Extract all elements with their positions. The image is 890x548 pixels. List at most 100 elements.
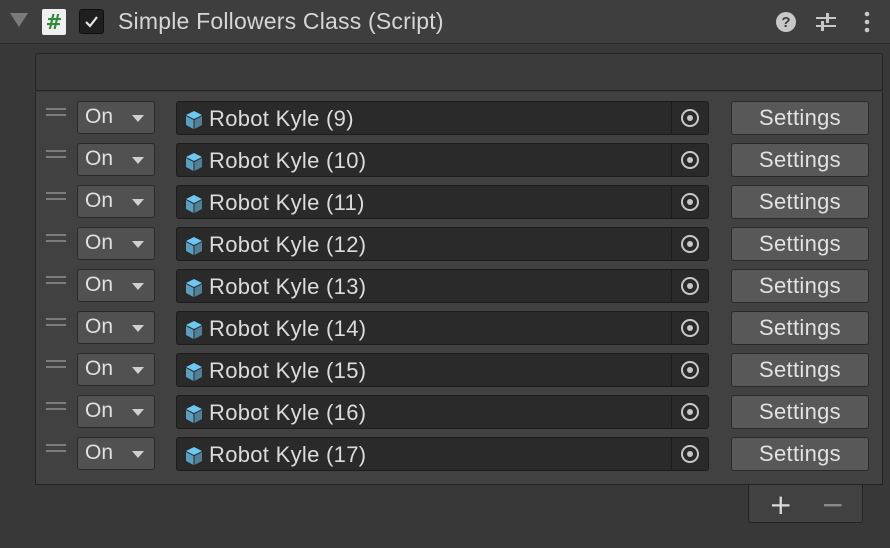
settings-button[interactable]: Settings — [731, 227, 869, 261]
prefab-cube-icon — [186, 195, 202, 213]
settings-button[interactable]: Settings — [731, 311, 869, 345]
checkmark-icon — [85, 16, 98, 28]
state-dropdown[interactable]: On — [77, 311, 155, 344]
object-field-value: Robot Kyle (15) — [209, 358, 367, 383]
dropdown-arrow-icon — [132, 283, 144, 290]
dropdown-arrow-icon — [132, 199, 144, 206]
add-element-button[interactable]: + — [769, 488, 792, 521]
prefab-cube-icon — [186, 405, 202, 423]
object-picker-button[interactable] — [671, 438, 708, 470]
state-dropdown[interactable]: On — [77, 437, 155, 470]
prefab-cube-icon — [186, 447, 202, 465]
list-item: On Robot Kyle (17) Settings — [35, 428, 883, 471]
object-picker-button[interactable] — [671, 228, 708, 260]
dropdown-arrow-icon — [132, 241, 144, 248]
object-field[interactable]: Robot Kyle (16) — [176, 395, 709, 429]
drag-handle-icon[interactable] — [46, 234, 66, 243]
object-picker-button[interactable] — [671, 102, 708, 134]
list-item: On Robot Kyle (16) Settings — [35, 386, 883, 429]
drag-handle-icon[interactable] — [46, 150, 66, 159]
object-picker-button[interactable] — [671, 270, 708, 302]
state-dropdown[interactable]: On — [77, 269, 155, 302]
object-field[interactable]: Robot Kyle (13) — [176, 269, 709, 303]
settings-button[interactable]: Settings — [731, 101, 869, 135]
drag-handle-icon[interactable] — [46, 360, 66, 369]
state-dropdown[interactable]: On — [77, 353, 155, 386]
object-picker-button[interactable] — [671, 354, 708, 386]
object-picker-icon — [681, 445, 699, 463]
settings-button[interactable]: Settings — [731, 269, 869, 303]
settings-button[interactable]: Settings — [731, 185, 869, 219]
object-field[interactable]: Robot Kyle (15) — [176, 353, 709, 387]
object-field[interactable]: Robot Kyle (12) — [176, 227, 709, 261]
object-picker-button[interactable] — [671, 396, 708, 428]
settings-button[interactable]: Settings — [731, 437, 869, 471]
state-dropdown[interactable]: On — [77, 143, 155, 176]
csharp-script-icon: # — [42, 9, 66, 35]
settings-button[interactable]: Settings — [731, 353, 869, 387]
prefab-cube-icon — [186, 363, 202, 381]
list-footer: + − — [748, 485, 863, 523]
drag-handle-icon[interactable] — [46, 402, 66, 411]
object-picker-icon — [681, 109, 699, 127]
dropdown-arrow-icon — [132, 409, 144, 416]
drag-handle-icon[interactable] — [46, 108, 66, 117]
prefab-cube-icon — [186, 153, 202, 171]
object-picker-button[interactable] — [671, 312, 708, 344]
state-dropdown-value: On — [85, 105, 114, 128]
dropdown-arrow-icon — [132, 367, 144, 374]
list-item: On Robot Kyle (14) Settings — [35, 302, 883, 345]
object-picker-icon — [681, 193, 699, 211]
object-field-value: Robot Kyle (13) — [209, 274, 367, 299]
object-field[interactable]: Robot Kyle (9) — [176, 101, 709, 135]
component-header: # Simple Followers Class (Script) ? — [0, 0, 890, 44]
drag-handle-icon[interactable] — [46, 276, 66, 285]
state-dropdown-value: On — [85, 357, 114, 380]
object-picker-icon — [681, 277, 699, 295]
object-field-value: Robot Kyle (9) — [209, 106, 354, 131]
kebab-menu-icon[interactable] — [855, 10, 879, 34]
object-field-value: Robot Kyle (17) — [209, 442, 367, 467]
object-field-value: Robot Kyle (12) — [209, 232, 367, 257]
dropdown-arrow-icon — [132, 157, 144, 164]
dropdown-arrow-icon — [132, 451, 144, 458]
prefab-cube-icon — [186, 321, 202, 339]
state-dropdown-value: On — [85, 399, 114, 422]
state-dropdown[interactable]: On — [77, 101, 155, 134]
object-field[interactable]: Robot Kyle (10) — [176, 143, 709, 177]
svg-text:?: ? — [781, 14, 790, 31]
remove-element-button[interactable]: − — [821, 488, 844, 521]
object-picker-icon — [681, 403, 699, 421]
preset-sliders-icon[interactable] — [814, 10, 838, 34]
object-field[interactable]: Robot Kyle (17) — [176, 437, 709, 471]
list-item: On Robot Kyle (10) Settings — [35, 134, 883, 177]
state-dropdown[interactable]: On — [77, 185, 155, 218]
object-field-value: Robot Kyle (11) — [209, 190, 365, 215]
object-picker-button[interactable] — [671, 186, 708, 218]
list-item: On Robot Kyle (13) Settings — [35, 260, 883, 303]
state-dropdown-value: On — [85, 231, 114, 254]
list-item: On Robot Kyle (12) Settings — [35, 218, 883, 261]
enable-checkbox[interactable] — [79, 9, 104, 34]
object-field[interactable]: Robot Kyle (11) — [176, 185, 709, 219]
object-picker-icon — [681, 361, 699, 379]
settings-button[interactable]: Settings — [731, 143, 869, 177]
state-dropdown-value: On — [85, 315, 114, 338]
settings-button[interactable]: Settings — [731, 395, 869, 429]
foldout-expanded-icon[interactable] — [10, 13, 28, 27]
object-picker-button[interactable] — [671, 144, 708, 176]
drag-handle-icon[interactable] — [46, 444, 66, 453]
drag-handle-icon[interactable] — [46, 192, 66, 201]
state-dropdown[interactable]: On — [77, 227, 155, 260]
object-field[interactable]: Robot Kyle (14) — [176, 311, 709, 345]
prefab-cube-icon — [186, 111, 202, 129]
list-item: On Robot Kyle (9) Settings — [35, 92, 883, 135]
state-dropdown-value: On — [85, 273, 114, 296]
dropdown-arrow-icon — [132, 325, 144, 332]
state-dropdown-value: On — [85, 147, 114, 170]
object-field-value: Robot Kyle (16) — [209, 400, 367, 425]
list-header — [35, 53, 883, 91]
help-icon[interactable]: ? — [774, 10, 798, 34]
state-dropdown[interactable]: On — [77, 395, 155, 428]
drag-handle-icon[interactable] — [46, 318, 66, 327]
